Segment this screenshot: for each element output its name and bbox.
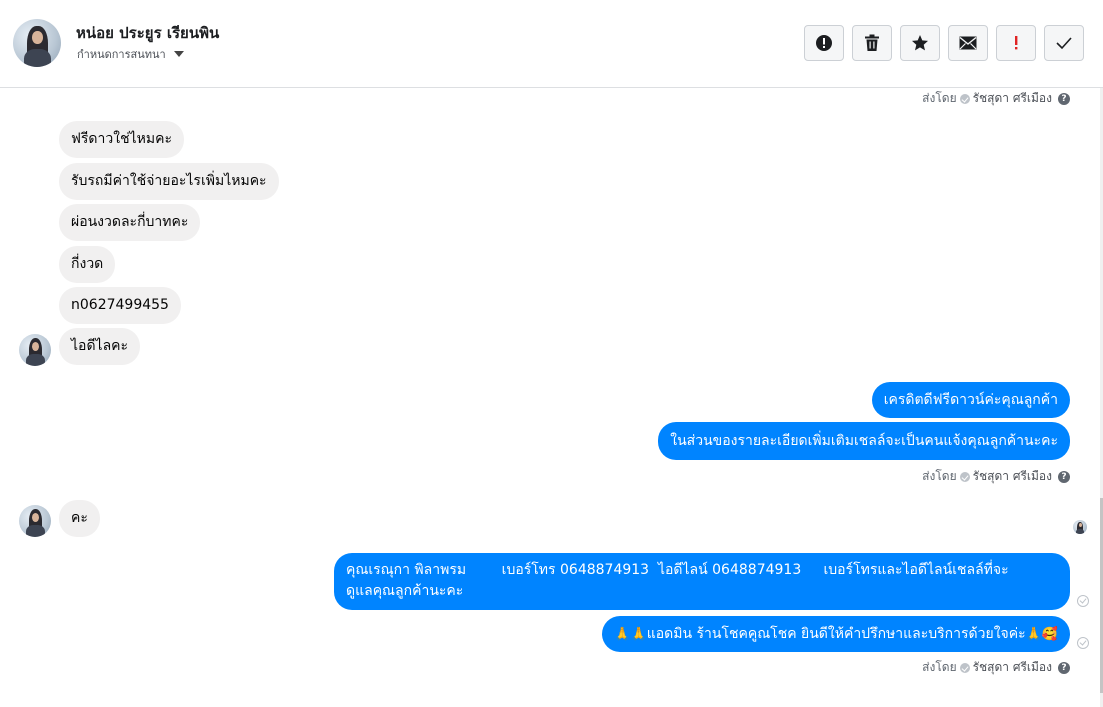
sent-by-info: ส่งโดย รัชสุดา ศรีเมือง ? [922, 89, 1070, 108]
sender-avatar[interactable] [19, 505, 51, 537]
seen-status-icon [1077, 595, 1089, 607]
star-button[interactable] [900, 25, 940, 61]
contact-name[interactable]: หน่อย ประยูร เรียนพิน [76, 21, 219, 45]
emoji: 🙏🙏 [614, 627, 647, 642]
outgoing-message[interactable]: ในส่วนของรายละเอียดเพิ่มเติมเชลล์จะเป็นค… [658, 422, 1070, 460]
alert-circle-icon [816, 35, 832, 51]
contact-avatar[interactable] [13, 19, 61, 67]
incoming-message[interactable]: กี่งวด [59, 246, 116, 283]
mark-unread-button[interactable] [948, 25, 988, 61]
star-icon [912, 35, 928, 51]
agent-name[interactable]: รัชสุดา ศรีเมือง [973, 467, 1052, 486]
envelope-icon [959, 36, 977, 50]
sent-by-label: ส่งโดย [922, 660, 957, 674]
sender-avatar[interactable] [19, 334, 51, 366]
incoming-message[interactable]: คะ [59, 500, 100, 537]
message-text: แอดมิน ร้านโชคคูณโชค ยินดีให้คำปรึกษาและ… [646, 626, 1026, 642]
sent-status-icon [959, 471, 970, 482]
message-line: ดูแลคุณลูกค้านะคะ [346, 583, 464, 599]
caret-down-icon [173, 51, 184, 57]
help-icon[interactable]: ? [1058, 661, 1070, 674]
incoming-message[interactable]: n0627499455 [59, 287, 181, 324]
outgoing-message[interactable]: 🙏🙏แอดมิน ร้านโชคคูณโชค ยินดีให้คำปรึกษาแ… [602, 616, 1070, 652]
agent-name[interactable]: รัชสุดา ศรีเมือง [973, 89, 1052, 108]
conversation-settings-label: กำหนดการสนทนา [77, 48, 166, 61]
sent-status-icon [959, 662, 970, 673]
delete-button[interactable] [852, 25, 892, 61]
message-line: คุณเรณุกา พิลาพรม เบอร์โทร 0648874913 ไอ… [346, 562, 1009, 578]
seen-status-icon [1077, 637, 1089, 649]
conversation-settings-dropdown[interactable]: กำหนดการสนทนา [77, 45, 184, 63]
mark-done-button[interactable] [1044, 25, 1084, 61]
sent-by-info: ส่งโดย รัชสุดา ศรีเมือง ? [922, 658, 1070, 677]
read-receipt-avatar [1073, 520, 1087, 534]
exclamation-icon [1015, 36, 1018, 50]
trash-icon [865, 34, 879, 51]
help-icon[interactable]: ? [1058, 92, 1070, 105]
incoming-message[interactable]: รับรถมีค่าใช้จ่ายอะไรเพิ่มไหมคะ [59, 163, 279, 200]
outgoing-message[interactable]: เครดิตดีฟรีดาวน์ค่ะคุณลูกค้า [871, 382, 1070, 418]
sent-by-label: ส่งโดย [922, 469, 957, 483]
emoji: 🙏🥰 [1025, 627, 1058, 642]
check-icon [1056, 37, 1072, 50]
incoming-message[interactable]: ไอดีไลคะ [59, 328, 141, 365]
sent-by-info: ส่งโดย รัชสุดา ศรีเมือง ? [922, 467, 1070, 486]
incoming-message[interactable]: ฟรีดาวใช่ไหมคะ [59, 121, 184, 158]
sent-by-label: ส่งโดย [922, 91, 957, 105]
spam-button[interactable] [804, 25, 844, 61]
sent-status-icon [959, 93, 970, 104]
help-icon[interactable]: ? [1058, 470, 1070, 483]
conversation-header: หน่อย ประยูร เรียนพิน กำหนดการสนทนา [0, 0, 1103, 88]
outgoing-message[interactable]: คุณเรณุกา พิลาพรม เบอร์โทร 0648874913 ไอ… [334, 553, 1070, 610]
follow-up-button[interactable] [996, 25, 1036, 61]
agent-name[interactable]: รัชสุดา ศรีเมือง [973, 658, 1052, 677]
incoming-message[interactable]: ผ่อนงวดละกี่บาทคะ [59, 204, 201, 241]
